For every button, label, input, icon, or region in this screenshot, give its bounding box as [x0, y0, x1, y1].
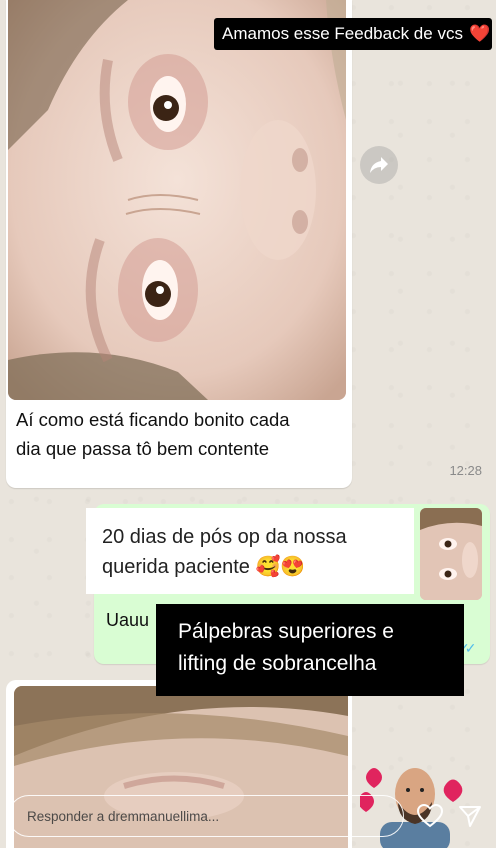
caption-line-2: dia que passa tô bem contente [16, 438, 270, 459]
reply-input[interactable]: Responder a dremmanuellima... [8, 795, 404, 837]
overlay-black-line-1: Pálpebras superiores e [178, 620, 394, 643]
overlay-black-line-2: lifting de sobrancelha [178, 652, 377, 675]
incoming-caption: Aí como está ficando bonito cada dia que… [16, 405, 336, 463]
outgoing-thumbnail-photo [420, 508, 482, 600]
patient-eyes-photo [8, 0, 346, 400]
overlay-white-caption: 20 dias de pós op da nossa querida pacie… [86, 508, 414, 594]
caption-line-1: Aí como está ficando bonito cada [16, 409, 290, 430]
like-button[interactable] [414, 800, 446, 832]
story-header-tag: Amamos esse Feedback de vcs ❤️ [214, 18, 492, 50]
reply-placeholder: Responder a dremmanuellima... [27, 808, 220, 824]
send-button[interactable] [454, 800, 486, 832]
forward-button[interactable] [360, 146, 398, 184]
send-icon [459, 806, 481, 827]
overlay-black-caption: Pálpebras superiores e lifting de sobran… [156, 604, 464, 696]
overlay-white-line-2: querida paciente 🥰😍 [102, 556, 306, 578]
heart-icon [417, 804, 443, 828]
story-frame: Aí como está ficando bonito cada dia que… [0, 0, 496, 848]
forward-icon [370, 157, 388, 173]
overlay-white-line-1: 20 dias de pós op da nossa [102, 526, 347, 548]
message-timestamp: 12:28 [449, 463, 482, 478]
heart-emoji: ❤️ [468, 24, 491, 43]
header-tag-text: Amamos esse Feedback de vcs [222, 24, 463, 43]
outgoing-text-partial: Uauu [106, 610, 150, 630]
